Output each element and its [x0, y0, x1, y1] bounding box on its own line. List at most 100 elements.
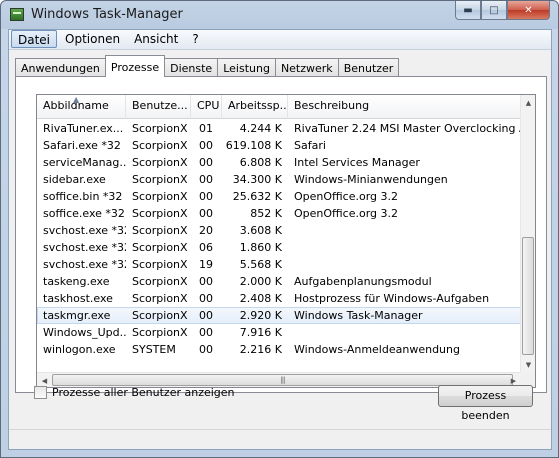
cell-memory: 2.216 K — [239, 343, 282, 356]
cell-cpu: 01 — [199, 122, 213, 135]
cell-description — [288, 256, 521, 273]
cell-user: ScorpionX — [132, 139, 188, 152]
cell-description: Hostprozess für Windows-Aufgaben — [294, 292, 490, 305]
cell-description: Intel Services Manager — [294, 156, 420, 169]
table-row[interactable]: Safari.exe *32 ScorpionX 00 619.108 K Safari — [37, 137, 521, 154]
cell-image-name: Safari.exe *32 — [43, 139, 121, 152]
cell-image-name: soffice.exe *32 — [43, 207, 125, 220]
processes-panel: ▲ Abbildname Benutze... CPU Arbeitssp...… — [15, 76, 547, 393]
table-row[interactable]: svchost.exe *32 ScorpionX 06 1.860 K — [37, 239, 521, 256]
scroll-down-icon[interactable]: ▼ — [521, 357, 535, 372]
cell-cpu: 00 — [199, 275, 213, 288]
menu-bar: Datei Optionen Ansicht ? — [9, 30, 551, 50]
cell-description: Windows Task-Manager — [294, 309, 423, 322]
scroll-up-icon[interactable]: ▲ — [521, 95, 535, 110]
cell-image-name: svchost.exe *32 — [43, 241, 126, 254]
column-header-memory[interactable]: Arbeitssp... — [222, 95, 288, 119]
minimize-button[interactable]: ▬ — [455, 1, 481, 20]
task-manager-window: Windows Task-Manager ▬ □ ✕ Datei Optione… — [0, 0, 559, 458]
cell-user: ScorpionX — [132, 326, 188, 339]
close-button[interactable]: ✕ — [507, 1, 550, 20]
cell-user: ScorpionX — [132, 190, 188, 203]
tab-dienste[interactable]: Dienste — [164, 58, 219, 77]
process-list[interactable]: ▲ Abbildname Benutze... CPU Arbeitssp...… — [36, 94, 536, 388]
cell-image-name: sidebar.exe — [43, 173, 106, 186]
menu-help[interactable]: ? — [186, 30, 204, 48]
table-row[interactable]: serviceManag... ScorpionX 00 6.808 K Intel S… — [37, 154, 521, 171]
cell-image-name: taskeng.exe — [43, 275, 110, 288]
column-header-image-name[interactable]: ▲ Abbildname — [37, 95, 126, 119]
show-all-users-label: Prozesse aller Benutzer anzeigen — [52, 386, 235, 399]
maximize-button[interactable]: □ — [481, 1, 507, 20]
tab-strip: Anwendungen Prozesse Dienste Leistung Ne… — [15, 55, 400, 77]
cell-description: Windows-Anmeldeanwendung — [294, 343, 460, 356]
cell-cpu: 00 — [199, 309, 213, 322]
end-process-button[interactable]: Prozess beenden — [438, 385, 533, 422]
table-row[interactable]: soffice.bin *32 ScorpionX 00 25.632 K OpenOf… — [37, 188, 521, 205]
cell-description: Aufgabenplanungsmodul — [294, 275, 432, 288]
cell-user: ScorpionX — [132, 292, 188, 305]
cell-cpu: 00 — [199, 173, 213, 186]
client-area: Datei Optionen Ansicht ? Anwendungen Pro… — [8, 29, 552, 450]
tab-anwendungen[interactable]: Anwendungen — [15, 58, 106, 77]
cell-memory: 5.568 K — [239, 258, 282, 271]
column-header-cpu[interactable]: CPU — [191, 95, 222, 119]
table-row[interactable]: soffice.exe *32 ScorpionX 00 852 K OpenOffic… — [37, 205, 521, 222]
tab-netzwerk[interactable]: Netzwerk — [274, 58, 339, 77]
process-list-header: ▲ Abbildname Benutze... CPU Arbeitssp...… — [37, 95, 521, 119]
table-row[interactable]: RivaTuner.ex... ScorpionX 01 4.244 K RivaTun… — [37, 120, 521, 137]
table-row[interactable]: winlogon.exe SYSTEM 00 2.216 K Windows-Anmel… — [37, 341, 521, 358]
cell-description: Windows-Minianwendungen — [294, 173, 448, 186]
tab-leistung[interactable]: Leistung — [217, 58, 276, 77]
cell-memory: 852 K — [250, 207, 282, 220]
caption-buttons: ▬ □ ✕ — [455, 1, 550, 20]
tab-benutzer[interactable]: Benutzer — [337, 58, 400, 77]
cell-image-name: winlogon.exe — [43, 343, 116, 356]
table-row[interactable]: Windows_Upd... ScorpionX 00 7.916 K — [37, 324, 521, 341]
menu-ansicht[interactable]: Ansicht — [128, 30, 184, 48]
table-row[interactable]: svchost.exe *32 ScorpionX 19 5.568 K — [37, 256, 521, 273]
cell-memory: 1.860 K — [239, 241, 282, 254]
maximize-icon: □ — [489, 4, 499, 16]
cell-memory: 4.244 K — [239, 122, 282, 135]
cell-memory: 6.808 K — [239, 156, 282, 169]
vertical-scroll-thumb[interactable] — [522, 237, 534, 355]
cell-cpu: 00 — [199, 292, 213, 305]
column-header-user[interactable]: Benutze... — [126, 95, 191, 119]
cell-memory: 2.408 K — [239, 292, 282, 305]
cell-description: RivaTuner 2.24 MSI Master Overclocking A… — [294, 122, 521, 135]
column-header-description[interactable]: Beschreibung — [288, 95, 521, 119]
menu-datei[interactable]: Datei — [11, 30, 58, 48]
cell-description: OpenOffice.org 3.2 — [294, 190, 399, 203]
show-all-users-checkbox[interactable] — [34, 386, 47, 399]
menu-optionen[interactable]: Optionen — [59, 30, 126, 48]
cell-user: SYSTEM — [132, 343, 176, 356]
table-row[interactable]: svchost.exe *32 ScorpionX 20 3.608 K — [37, 222, 521, 239]
cell-cpu: 00 — [199, 190, 213, 203]
cell-user: ScorpionX — [132, 207, 188, 220]
process-rows: RivaTuner.ex... ScorpionX 01 4.244 K RivaTun… — [37, 120, 521, 358]
cell-image-name: soffice.bin *32 — [43, 190, 123, 203]
menu-ansicht-label: Ansicht — [134, 32, 179, 46]
cell-memory: 2.000 K — [239, 275, 282, 288]
table-row[interactable]: taskeng.exe ScorpionX 00 2.000 K Aufgabenpla… — [37, 273, 521, 290]
close-icon: ✕ — [524, 4, 533, 16]
table-row[interactable]: taskhost.exe ScorpionX 00 2.408 K Hostprozes… — [37, 290, 521, 307]
menu-optionen-label: Optionen — [65, 32, 121, 46]
cell-user: ScorpionX — [132, 122, 188, 135]
cell-image-name: serviceManag... — [43, 156, 126, 169]
menu-help-label: ? — [192, 32, 199, 46]
sort-ascending-icon: ▲ — [73, 95, 80, 104]
cell-cpu: 00 — [199, 207, 213, 220]
cell-user: ScorpionX — [132, 309, 188, 322]
vertical-scrollbar[interactable]: ▲ ▼ — [520, 95, 535, 372]
title-bar[interactable]: Windows Task-Manager ▬ □ ✕ — [1, 1, 558, 29]
cell-memory: 25.632 K — [232, 190, 282, 203]
table-row[interactable]: taskmgr.exe ScorpionX 00 2.920 K Windows Tas… — [37, 307, 521, 324]
tab-prozesse[interactable]: Prozesse — [104, 55, 166, 77]
cell-cpu: 06 — [199, 241, 213, 254]
cell-memory: 7.916 K — [239, 326, 282, 339]
show-all-users-option[interactable]: Prozesse aller Benutzer anzeigen — [34, 386, 235, 399]
table-row[interactable]: sidebar.exe ScorpionX 00 34.300 K Windows-Mi… — [37, 171, 521, 188]
cell-description: OpenOffice.org 3.2 — [294, 207, 399, 220]
